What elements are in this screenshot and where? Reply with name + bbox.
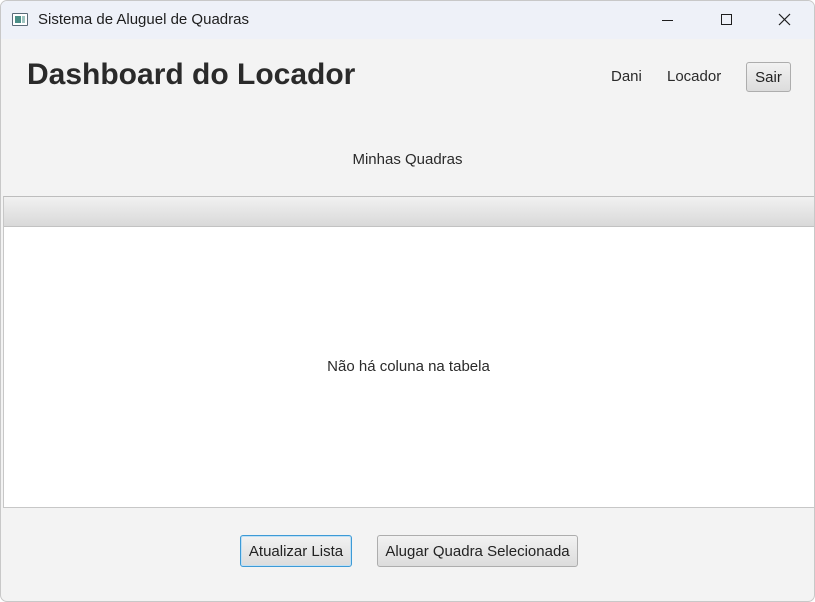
window-title: Sistema de Aluguel de Quadras <box>38 11 249 28</box>
logout-button[interactable]: Sair <box>746 62 791 92</box>
maximize-button[interactable] <box>703 1 749 39</box>
minimize-button[interactable] <box>644 1 690 39</box>
user-role: Locador <box>667 68 722 85</box>
section-title: Minhas Quadras <box>352 151 463 168</box>
table-placeholder: Não há coluna na tabela <box>327 358 490 375</box>
rent-court-button[interactable]: Alugar Quadra Selecionada <box>377 535 578 567</box>
app-icon <box>12 13 28 26</box>
courts-table[interactable]: Não há coluna na tabela <box>3 196 814 508</box>
close-icon <box>778 13 791 26</box>
user-name: Dani <box>611 68 642 85</box>
maximize-icon <box>721 14 732 25</box>
page-title: Dashboard do Locador <box>27 58 356 91</box>
app-window: Sistema de Aluguel de Quadras Dashboard … <box>0 0 815 602</box>
minimize-icon <box>662 20 673 21</box>
refresh-list-button[interactable]: Atualizar Lista <box>240 535 352 567</box>
close-button[interactable] <box>761 1 807 39</box>
title-bar[interactable]: Sistema de Aluguel de Quadras <box>1 1 814 39</box>
table-header <box>4 197 814 227</box>
